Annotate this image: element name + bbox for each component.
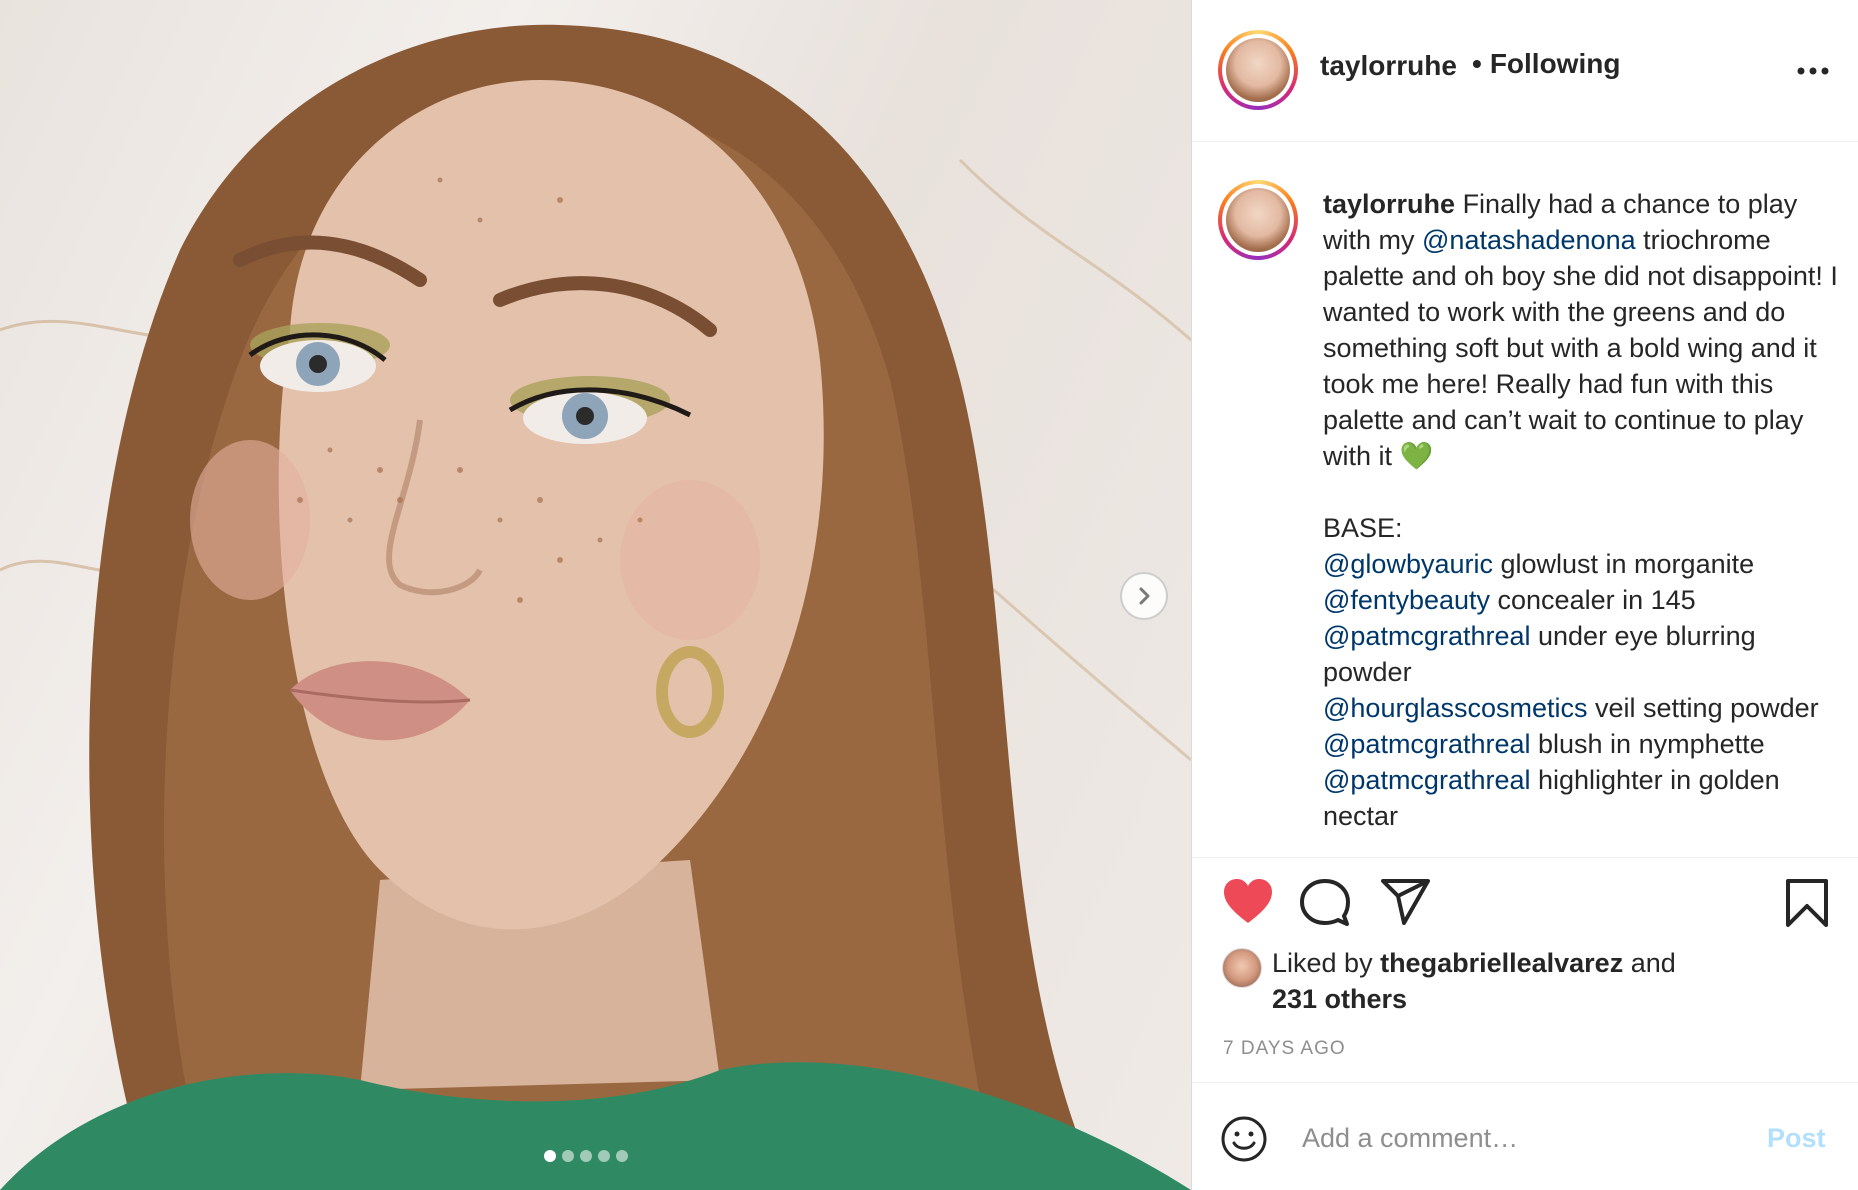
- more-icon[interactable]: [1796, 66, 1830, 76]
- author-username[interactable]: taylorruhe: [1320, 50, 1457, 82]
- carousel-indicator: [544, 1150, 628, 1162]
- likes-text: Liked by thegabriellealvarez and 231 othe…: [1272, 945, 1792, 1017]
- base-item-mention[interactable]: @hourglasscosmetics: [1323, 693, 1588, 723]
- post-modal: taylorruhe • Following taylorruhe Finally…: [0, 0, 1858, 1190]
- chevron-right-icon: [1139, 587, 1150, 605]
- base-heading: BASE:: [1323, 513, 1403, 543]
- liked-by-and: and: [1623, 948, 1676, 978]
- follow-status-label: Following: [1489, 48, 1621, 79]
- carousel-dot: [580, 1150, 592, 1162]
- base-item-mention[interactable]: @patmcgrathreal: [1323, 621, 1531, 651]
- base-item-text: concealer in 145: [1490, 585, 1696, 615]
- caption-text: taylorruhe Finally had a chance to play …: [1323, 186, 1843, 834]
- post-media: [0, 0, 1191, 1190]
- post-photo: [0, 24, 1191, 1190]
- author-avatar[interactable]: [1218, 30, 1298, 110]
- caption-author[interactable]: taylorruhe: [1323, 189, 1455, 219]
- comment-input[interactable]: [1302, 1117, 1742, 1159]
- follow-bullet: •: [1472, 48, 1482, 79]
- green-heart-emoji: 💚: [1399, 441, 1434, 471]
- carousel-dot: [544, 1150, 556, 1162]
- comment-icon[interactable]: [1300, 878, 1350, 928]
- post-actions: [1192, 878, 1858, 938]
- likes-count[interactable]: 231 others: [1272, 984, 1407, 1014]
- carousel-next-button[interactable]: [1120, 572, 1168, 620]
- carousel-dot: [616, 1150, 628, 1162]
- carousel-dot: [562, 1150, 574, 1162]
- post-comment-button[interactable]: Post: [1767, 1123, 1826, 1154]
- base-item-mention[interactable]: @patmcgrathreal: [1323, 729, 1531, 759]
- base-item-mention[interactable]: @fentybeauty: [1323, 585, 1490, 615]
- base-item-text: veil setting powder: [1587, 693, 1819, 723]
- heart-icon[interactable]: [1222, 878, 1274, 926]
- share-icon[interactable]: [1380, 878, 1432, 926]
- base-item-mention[interactable]: @glowbyauric: [1323, 549, 1493, 579]
- liked-by-prefix: Liked by: [1272, 948, 1381, 978]
- post-date[interactable]: 7 DAYS AGO: [1223, 1038, 1346, 1060]
- caption-mention[interactable]: @natashadenona: [1422, 225, 1636, 255]
- base-item-mention[interactable]: @patmcgrathreal: [1323, 765, 1531, 795]
- carousel-dot: [598, 1150, 610, 1162]
- bookmark-icon[interactable]: [1785, 878, 1829, 928]
- base-item-text: blush in nymphette: [1530, 729, 1765, 759]
- post-side-panel: taylorruhe • Following taylorruhe Finally…: [1191, 0, 1858, 1190]
- post-header: taylorruhe • Following: [1192, 0, 1858, 142]
- base-item-text: glowlust in morganite: [1492, 549, 1755, 579]
- liked-by-user[interactable]: thegabriellealvarez: [1380, 948, 1623, 978]
- caption-body: triochrome palette and oh boy she did no…: [1323, 225, 1846, 471]
- follow-status[interactable]: • Following: [1472, 48, 1620, 80]
- liker-avatar[interactable]: [1222, 948, 1262, 988]
- comment-bar: Post: [1192, 1082, 1858, 1190]
- caption-area: taylorruhe Finally had a chance to play …: [1192, 143, 1858, 858]
- caption-author-avatar[interactable]: [1218, 180, 1298, 260]
- smile-icon[interactable]: [1220, 1115, 1268, 1163]
